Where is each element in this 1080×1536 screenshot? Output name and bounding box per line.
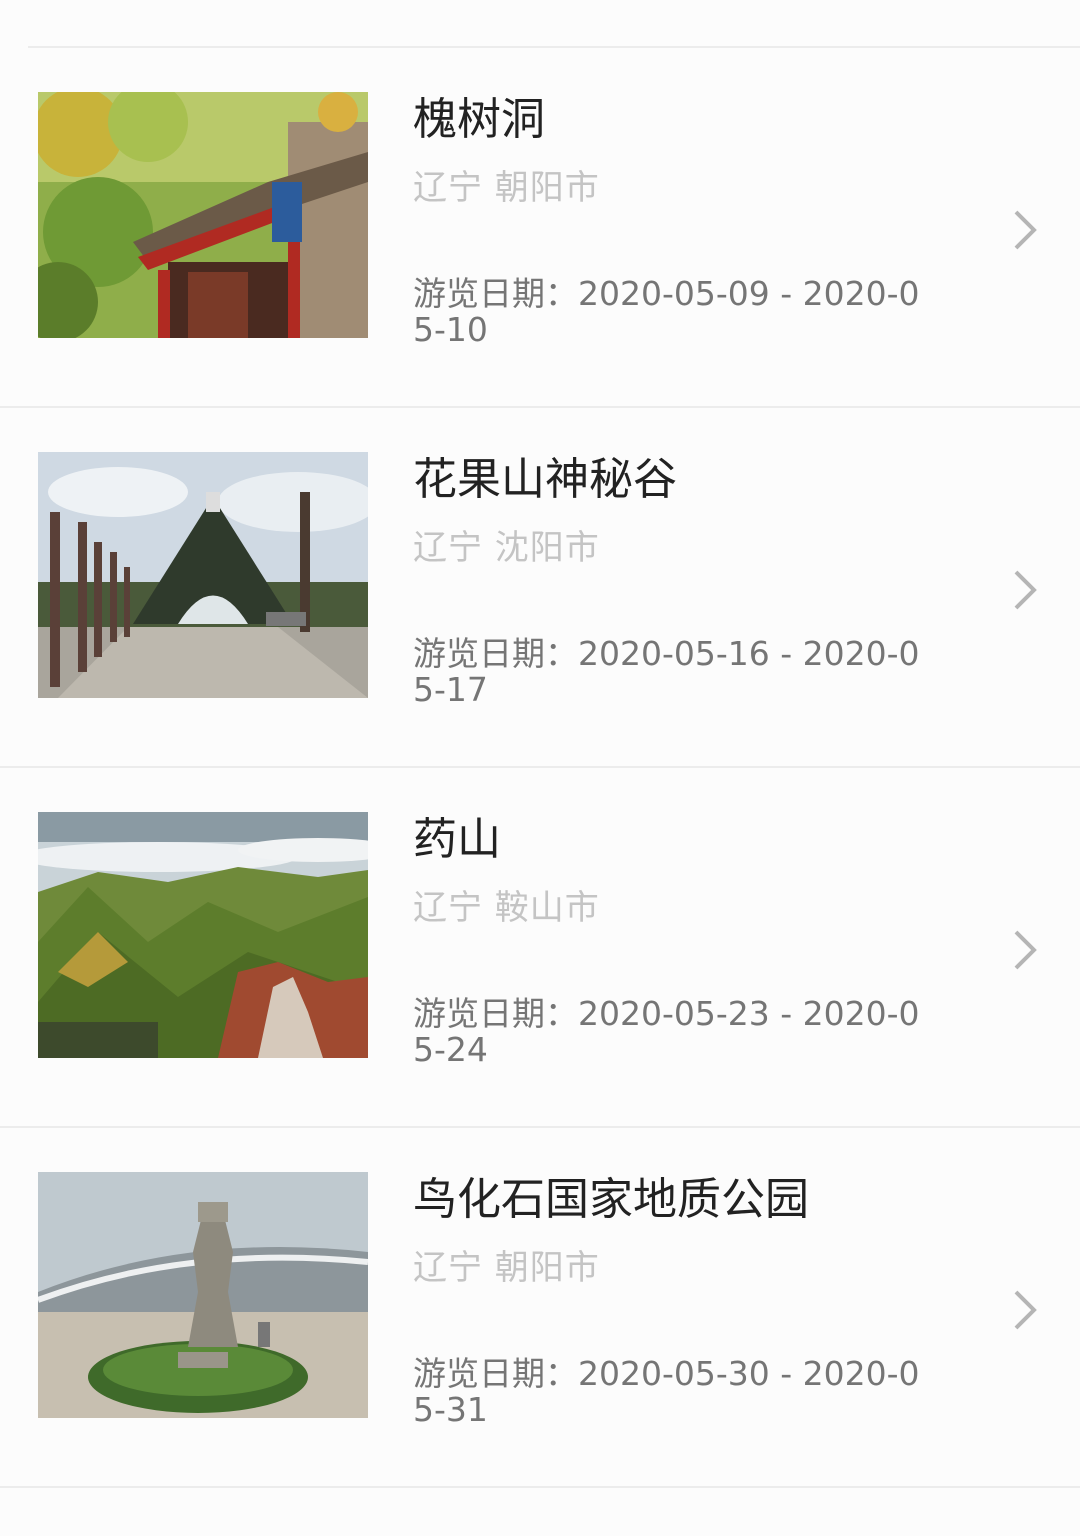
attraction-location: 辽宁 沈阳市	[413, 528, 600, 568]
attraction-thumbnail	[38, 92, 368, 338]
attraction-thumbnail	[38, 1172, 368, 1418]
list-item-attraction[interactable]: 鸟化石国家地质公园 辽宁 朝阳市 游览日期：2020-05-30 - 2020-…	[0, 1128, 1080, 1488]
list-item-attraction[interactable]: 槐树洞 辽宁 朝阳市 游览日期：2020-05-09 - 2020-05-10	[0, 48, 1080, 408]
attraction-title: 鸟化石国家地质公园	[413, 1174, 809, 1225]
attraction-list-page: 槐树洞 辽宁 朝阳市 游览日期：2020-05-09 - 2020-05-10	[0, 0, 1080, 1536]
attraction-thumbnail	[38, 812, 368, 1058]
visit-dates: 游览日期：2020-05-30 - 2020-05-31	[413, 1354, 920, 1429]
attraction-thumbnail	[38, 452, 368, 698]
visit-dates: 游览日期：2020-05-23 - 2020-05-24	[413, 994, 920, 1069]
attraction-location: 辽宁 鞍山市	[413, 888, 600, 928]
attraction-location: 辽宁 朝阳市	[413, 1248, 600, 1288]
chevron-right-icon[interactable]	[1006, 568, 1042, 612]
chevron-right-icon[interactable]	[1006, 208, 1042, 252]
attraction-title: 花果山神秘谷	[413, 454, 677, 505]
attraction-location: 辽宁 朝阳市	[413, 168, 600, 208]
attraction-title: 药山	[413, 814, 501, 865]
list-item-attraction[interactable]: 花果山神秘谷 辽宁 沈阳市 游览日期：2020-05-16 - 2020-05-…	[0, 408, 1080, 768]
chevron-right-icon[interactable]	[1006, 928, 1042, 972]
attraction-list: 槐树洞 辽宁 朝阳市 游览日期：2020-05-09 - 2020-05-10	[0, 48, 1080, 1488]
visit-dates: 游览日期：2020-05-16 - 2020-05-17	[413, 634, 920, 709]
visit-dates: 游览日期：2020-05-09 - 2020-05-10	[413, 274, 920, 349]
chevron-right-icon[interactable]	[1006, 1288, 1042, 1332]
list-item-attraction[interactable]: 药山 辽宁 鞍山市 游览日期：2020-05-23 - 2020-05-24	[0, 768, 1080, 1128]
attraction-title: 槐树洞	[413, 94, 545, 145]
